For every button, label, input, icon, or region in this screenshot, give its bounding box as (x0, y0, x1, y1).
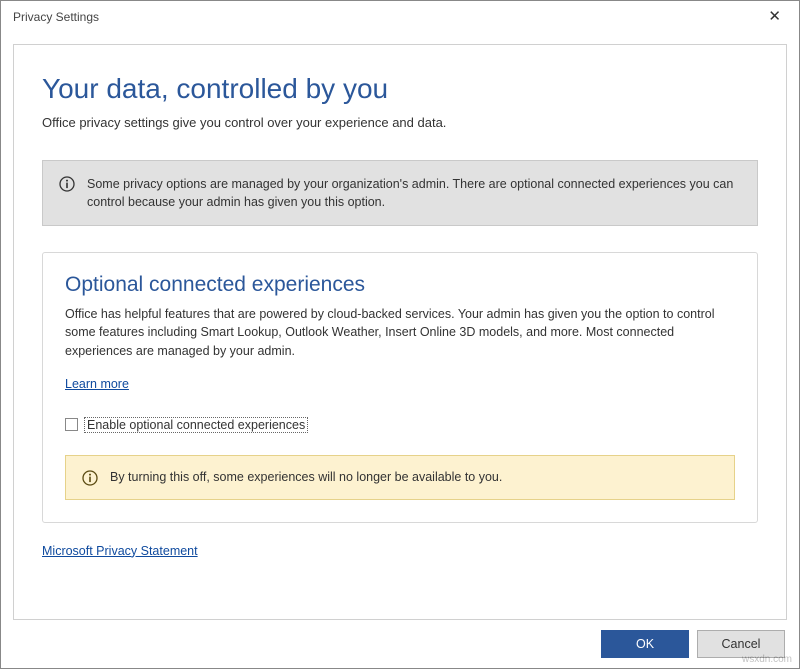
optional-heading: Optional connected experiences (65, 273, 735, 297)
titlebar: Privacy Settings ✕ (1, 1, 799, 32)
privacy-statement-link[interactable]: Microsoft Privacy Statement (42, 544, 198, 558)
enable-optional-checkbox-row[interactable]: Enable optional connected experiences (65, 417, 735, 433)
optional-description: Office has helpful features that are pow… (65, 305, 735, 359)
ok-button[interactable]: OK (601, 630, 689, 658)
optional-experiences-section: Optional connected experiences Office ha… (42, 252, 758, 522)
content-box: Your data, controlled by you Office priv… (13, 44, 787, 620)
page-title: Your data, controlled by you (42, 73, 758, 105)
info-icon (59, 176, 75, 192)
close-icon[interactable]: ✕ (762, 7, 787, 26)
learn-more-link[interactable]: Learn more (65, 377, 129, 391)
enable-optional-checkbox-label[interactable]: Enable optional connected experiences (84, 417, 308, 433)
admin-info-banner: Some privacy options are managed by your… (42, 160, 758, 226)
enable-optional-checkbox[interactable] (65, 418, 78, 431)
privacy-settings-dialog: Privacy Settings ✕ Your data, controlled… (0, 0, 800, 669)
admin-info-text: Some privacy options are managed by your… (87, 175, 741, 211)
window-title: Privacy Settings (13, 10, 99, 24)
info-icon (82, 470, 98, 486)
warning-banner: By turning this off, some experiences wi… (65, 455, 735, 500)
content-area: Your data, controlled by you Office priv… (1, 32, 799, 620)
button-bar: OK Cancel (1, 620, 799, 668)
page-subtitle: Office privacy settings give you control… (42, 115, 758, 130)
cancel-button[interactable]: Cancel (697, 630, 785, 658)
warning-text: By turning this off, some experiences wi… (110, 470, 502, 484)
